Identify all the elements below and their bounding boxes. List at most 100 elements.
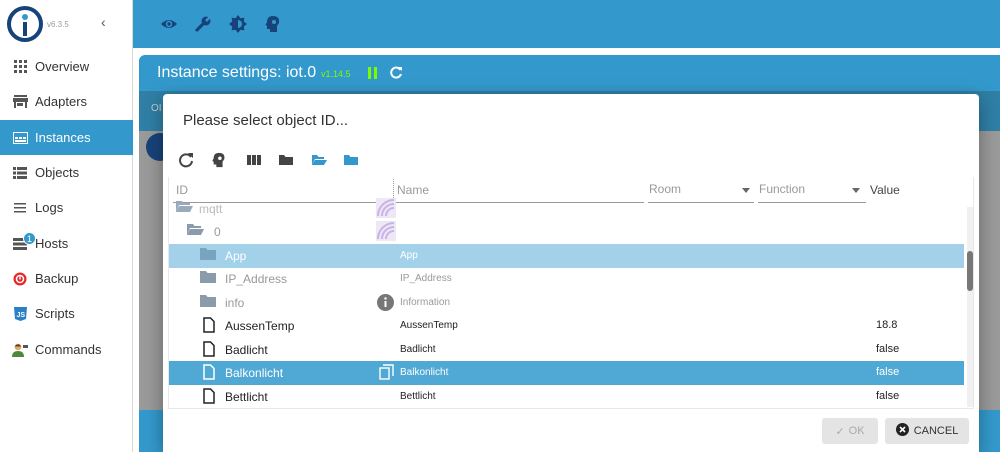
- instance-header: Instance settings: iot.0 v1.14.5: [139, 55, 1000, 91]
- folder-icon: [199, 247, 217, 263]
- folder-icon[interactable]: [343, 152, 359, 168]
- instances-icon: [12, 130, 28, 146]
- person-icon: [12, 342, 28, 358]
- scrollbar-thumb[interactable]: [967, 251, 973, 291]
- pause-icon[interactable]: [368, 67, 378, 79]
- folder-open-icon[interactable]: [311, 152, 327, 168]
- sidebar-item-commands[interactable]: Commands: [0, 332, 133, 367]
- list-icon: [12, 165, 28, 181]
- table-row[interactable]: Badlicht Badlicht false: [169, 338, 964, 362]
- sidebar-item-scripts[interactable]: JS Scripts: [0, 296, 133, 331]
- svg-text:JS: JS: [16, 312, 25, 319]
- adapter-logo-icon: [376, 198, 396, 218]
- sidebar-item-overview[interactable]: Overview: [0, 49, 133, 84]
- table-row[interactable]: 0: [169, 220, 964, 244]
- head-icon[interactable]: [211, 152, 227, 168]
- function-filter-select[interactable]: Function: [759, 182, 860, 196]
- sidebar-item-label: Overview: [35, 59, 90, 74]
- chevron-left-icon[interactable]: ‹: [101, 14, 106, 30]
- ok-label: OK: [848, 425, 865, 437]
- sidebar-item-instances[interactable]: Instances: [0, 120, 133, 155]
- value-column-header: Value: [870, 183, 900, 197]
- iobroker-logo[interactable]: [7, 6, 43, 42]
- head-icon[interactable]: [264, 15, 282, 33]
- folder-open-icon: [175, 200, 193, 216]
- check-icon: ✓: [835, 425, 845, 438]
- row-id: Balkonlicht: [225, 366, 284, 380]
- hosts-badge: 1: [23, 232, 36, 245]
- row-name: Bettlicht: [400, 391, 436, 402]
- name-filter-input[interactable]: Name: [397, 183, 429, 197]
- room-filter-select[interactable]: Room: [649, 182, 750, 196]
- grid-icon: [12, 59, 28, 75]
- row-id: App: [225, 249, 247, 263]
- table-row[interactable]: App App: [169, 244, 964, 268]
- row-name: AussenTemp: [400, 320, 458, 331]
- select-object-dialog: Please select object ID... ID Name Room …: [163, 94, 979, 452]
- file-icon: [202, 341, 220, 357]
- sidebar-item-label: Adapters: [35, 94, 88, 109]
- file-icon: [202, 317, 220, 333]
- refresh-icon[interactable]: [178, 152, 194, 168]
- instance-version: v1.14.5: [321, 69, 351, 79]
- row-value: false: [876, 390, 900, 402]
- chevron-down-icon: [852, 188, 860, 193]
- sidebar-item-backup[interactable]: Backup: [0, 261, 133, 296]
- sidebar-item-label: Commands: [35, 342, 102, 357]
- row-name: Balkonlicht: [400, 367, 449, 378]
- row-value: 18.8: [876, 319, 898, 331]
- instance-title: Instance settings: iot.0: [157, 64, 317, 81]
- folder-icon: [199, 294, 217, 310]
- file-icon: [202, 388, 220, 404]
- sidebar-item-label: Instances: [35, 130, 91, 145]
- instance-tab-hint: OI: [151, 103, 162, 114]
- top-toolbar: [133, 0, 1000, 48]
- table-row[interactable]: AussenTemp AussenTemp 18.8: [169, 314, 964, 338]
- dialog-title: Please select object ID...: [183, 112, 349, 129]
- adapter-logo-icon: [376, 221, 396, 241]
- id-filter-input[interactable]: ID: [176, 183, 188, 197]
- sidebar-item-label: Logs: [35, 200, 64, 215]
- sidebar-item-adapters[interactable]: Adapters: [0, 84, 133, 119]
- sidebar-item-label: Scripts: [35, 306, 75, 321]
- table-row[interactable]: mqtt: [169, 197, 964, 221]
- js-icon: JS: [12, 306, 28, 322]
- cancel-label: CANCEL: [913, 425, 959, 437]
- row-name: IP_Address: [400, 273, 452, 284]
- wrench-icon[interactable]: [194, 15, 212, 33]
- object-tree-grid: ID Name Room Function Value mqtt 0 App A…: [168, 177, 974, 409]
- sidebar-item-objects[interactable]: Objects: [0, 155, 133, 190]
- sidebar-item-logs[interactable]: Logs: [0, 190, 133, 225]
- store-icon: [12, 94, 28, 110]
- row-id: Bettlicht: [225, 390, 268, 404]
- sidebar-item-hosts[interactable]: 1 Hosts: [0, 226, 133, 261]
- row-name: Information: [400, 297, 451, 308]
- table-row[interactable]: Balkonlicht Balkonlicht false: [169, 361, 964, 385]
- sidebar-item-label: Hosts: [35, 236, 69, 251]
- scrollbar[interactable]: [967, 207, 973, 407]
- row-id: AussenTemp: [225, 319, 295, 333]
- sidebar-item-label: Backup: [35, 271, 79, 286]
- sidebar: v6.3.5 ‹ Overview Adapters Instances Obj…: [0, 0, 133, 452]
- row-name: App: [400, 250, 418, 261]
- eye-icon[interactable]: [160, 15, 178, 33]
- brightness-icon[interactable]: [229, 15, 247, 33]
- row-value: false: [876, 343, 900, 355]
- logo-row: v6.3.5 ‹: [0, 0, 133, 48]
- table-row[interactable]: Bettlicht Bettlicht false: [169, 385, 964, 408]
- backup-icon: [12, 271, 28, 287]
- columns-icon[interactable]: [246, 152, 262, 168]
- folder-icon: [199, 270, 217, 286]
- reload-icon[interactable]: [389, 66, 403, 80]
- copy-icon[interactable]: [379, 364, 397, 380]
- cancel-button[interactable]: CANCEL: [885, 418, 969, 444]
- ok-button[interactable]: ✓ OK: [822, 418, 878, 444]
- table-row[interactable]: info Information: [169, 291, 964, 315]
- folder-icon[interactable]: [278, 152, 294, 168]
- row-id: 0: [214, 225, 221, 239]
- row-value: false: [876, 366, 900, 378]
- file-icon: [202, 364, 220, 380]
- row-id: mqtt: [199, 202, 223, 216]
- table-row[interactable]: IP_Address IP_Address: [169, 267, 964, 291]
- row-name: Badlicht: [400, 344, 436, 355]
